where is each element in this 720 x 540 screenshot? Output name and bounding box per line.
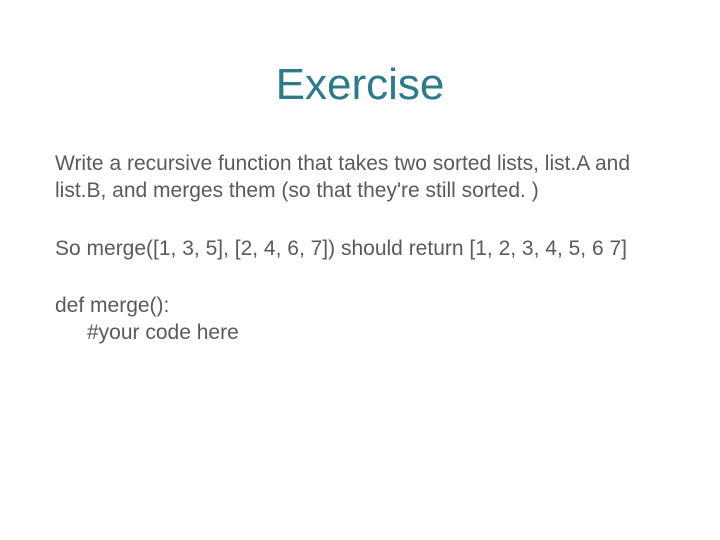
exercise-code: def merge(): #your code here [55,292,665,347]
code-line-1: def merge(): [55,294,169,317]
slide-title: Exercise [55,60,665,110]
exercise-description: Write a recursive function that takes tw… [55,150,665,205]
exercise-example: So merge([1, 3, 5], [2, 4, 6, 7]) should… [55,235,665,262]
code-line-2: #your code here [55,321,239,344]
slide: Exercise Write a recursive function that… [0,0,720,540]
